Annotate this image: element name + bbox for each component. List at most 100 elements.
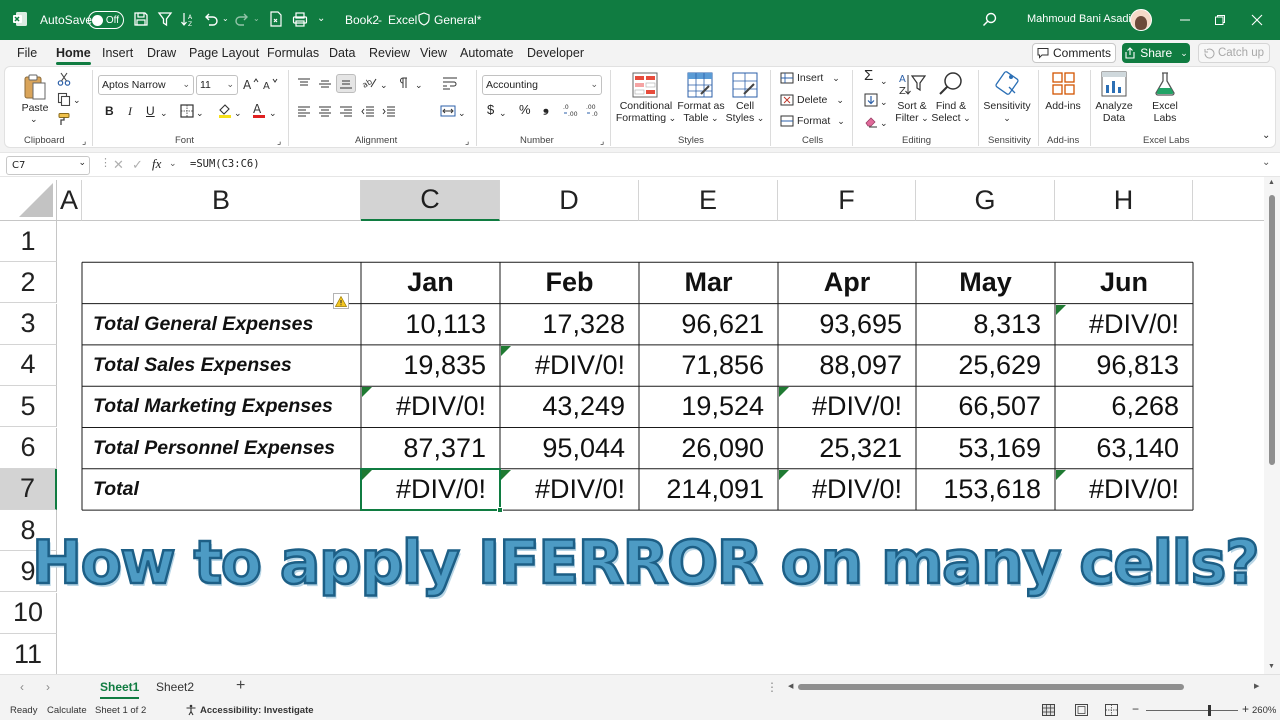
tab-page-layout[interactable]: Page Layout [189,46,259,60]
value-cell[interactable]: 153,618 [916,469,1055,510]
sheet-tab-sheet2[interactable]: Sheet2 [156,680,194,694]
value-cell[interactable]: 17,328 [500,304,639,345]
cancel-icon[interactable]: ✕ [113,157,124,173]
scroll-up-icon[interactable]: ▲ [1268,179,1275,186]
clear-icon[interactable] [864,114,878,133]
alignment-launcher-icon[interactable]: ⌟ [465,135,469,147]
value-cell[interactable]: 95,044 [500,428,639,469]
decrease-font-icon[interactable]: A [263,77,279,96]
row-label[interactable]: Total [82,469,361,510]
document-icon[interactable] [268,11,284,27]
row-label[interactable]: Total Sales Expenses [82,345,361,386]
month-header-may[interactable]: May [916,262,1055,303]
zoom-slider-track[interactable] [1146,710,1238,711]
expand-formula-bar-icon[interactable]: ⌄ [1262,157,1270,168]
find-select-icon[interactable] [938,71,964,102]
row-label[interactable]: Total General Expenses [82,304,361,345]
tab-insert[interactable]: Insert [102,46,133,60]
tab-home[interactable]: Home [56,46,91,65]
row-label[interactable]: Total Personnel Expenses [82,428,361,469]
accessibility-icon[interactable] [185,704,197,719]
value-cell[interactable]: 88,097 [778,345,916,386]
fill-handle[interactable] [497,507,503,514]
tab-data[interactable]: Data [329,46,355,60]
error-warning-icon[interactable] [333,293,349,309]
number-format-select[interactable]: Accounting ⌄ [482,75,602,95]
undo-icon[interactable] [203,11,219,27]
month-header-apr[interactable]: Apr [778,262,916,303]
fill-icon[interactable] [864,93,878,112]
accessibility-status[interactable]: Accessibility: Investigate [200,705,314,716]
decrease-decimal-icon[interactable]: .00.0 [586,103,602,122]
font-name-select[interactable]: Aptos Narrow ⌄ [98,75,194,95]
comments-button[interactable]: Comments [1032,43,1116,63]
value-cell[interactable]: 25,321 [778,428,916,469]
value-cell[interactable]: 87,371 [361,428,500,469]
increase-decimal-icon[interactable]: .0.00 [563,103,579,122]
cell-styles-button[interactable]: Cell Styles ⌄ [725,100,765,124]
share-dropdown-icon[interactable]: ⌄ [1180,48,1188,59]
analyze-data-button[interactable]: Analyze Data [1094,100,1134,124]
share-button[interactable]: Share ⌄ [1122,43,1190,63]
align-left-icon[interactable] [297,105,311,123]
value-cell[interactable]: 96,813 [1055,345,1193,386]
shield-icon[interactable] [418,12,430,26]
italic-icon[interactable]: I [128,105,132,117]
font-launcher-icon[interactable]: ⌟ [277,135,281,147]
sensitivity-button[interactable]: Sensitivity ⌄ [983,100,1031,124]
copy-icon[interactable] [57,92,71,111]
autosave-toggle[interactable]: Off [88,11,124,29]
catch-up-button[interactable]: Catch up [1198,43,1270,63]
customize-toolbar-icon[interactable]: ⌄ [317,13,325,24]
avatar[interactable] [1130,9,1152,31]
value-cell[interactable]: 93,695 [778,304,916,345]
find-select-button[interactable]: Find & Select ⌄ [930,100,972,124]
merge-dropdown-icon[interactable]: ⌄ [458,107,466,119]
excel-labs-icon[interactable] [1153,71,1177,102]
autosum-icon[interactable]: Σ [864,68,873,83]
direction-dropdown-icon[interactable]: ⌄ [415,79,423,91]
fill-dropdown-icon[interactable]: ⌄ [234,107,242,119]
font-color-icon[interactable]: A [251,102,267,123]
tab-review[interactable]: Review [369,46,410,60]
value-cell[interactable]: 63,140 [1055,428,1193,469]
close-icon[interactable] [1234,0,1280,40]
month-header-jun[interactable]: Jun [1055,262,1193,303]
search-icon[interactable] [982,12,997,27]
font-size-select[interactable]: 11 ⌄ [196,75,238,95]
clipboard-launcher-icon[interactable]: ⌟ [82,135,86,147]
vertical-scrollbar[interactable]: ▲ ▼ [1264,177,1280,674]
sensitivity-icon[interactable] [995,71,1021,102]
underline-icon[interactable]: U [146,105,155,117]
accounting-format-icon[interactable]: $ [487,103,494,116]
decrease-indent-icon[interactable] [361,105,375,123]
value-cell[interactable]: 96,621 [639,304,778,345]
month-header-feb[interactable]: Feb [500,262,639,303]
autosum-dropdown-icon[interactable]: ⌄ [880,75,888,87]
normal-view-icon[interactable] [1042,704,1055,719]
zoom-slider-thumb[interactable] [1208,705,1211,716]
paste-dropdown-icon[interactable]: ⌄ [30,113,38,125]
value-cell[interactable]: 53,169 [916,428,1055,469]
borders-icon[interactable] [180,104,194,123]
sensitivity-label[interactable]: General* [434,13,481,27]
next-sheet-icon[interactable]: › [46,680,50,694]
paragraph-direction-icon[interactable] [397,76,411,95]
value-cell[interactable]: 25,629 [916,345,1055,386]
cell-styles-icon[interactable] [732,72,758,103]
error-cell[interactable]: #DIV/0! [500,469,639,510]
clear-dropdown-icon[interactable]: ⌄ [880,117,888,129]
tab-formulas[interactable]: Formulas [267,46,319,60]
month-header-mar[interactable]: Mar [639,262,778,303]
value-cell[interactable]: 71,856 [639,345,778,386]
value-cell[interactable]: 43,249 [500,386,639,427]
page-break-view-icon[interactable] [1105,704,1118,719]
redo-dropdown-icon[interactable]: ⌄ [253,14,260,23]
value-cell[interactable]: 66,507 [916,386,1055,427]
excel-labs-button[interactable]: Excel Labs [1145,100,1185,124]
format-as-table-icon[interactable] [687,72,713,103]
analyze-data-icon[interactable] [1101,71,1127,102]
percent-icon[interactable]: % [519,103,531,116]
value-cell[interactable]: 6,268 [1055,386,1193,427]
tab-view[interactable]: View [420,46,447,60]
